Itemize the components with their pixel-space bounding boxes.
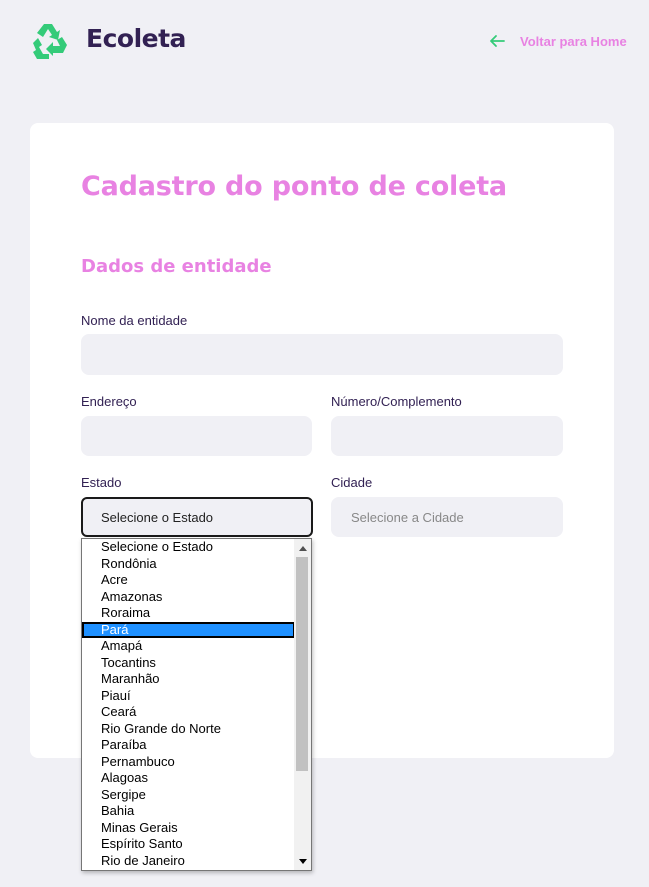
state-option[interactable]: Rio de Janeiro [82, 853, 295, 870]
state-option[interactable]: Bahia [82, 803, 295, 820]
state-option[interactable]: Amazonas [82, 589, 295, 606]
state-select-value: Selecione o Estado [101, 509, 214, 525]
address-input[interactable] [81, 416, 312, 456]
dropdown-scrollbar[interactable] [294, 539, 311, 870]
recycle-icon [33, 24, 67, 59]
number-label: Número/Complemento [331, 394, 462, 409]
entity-name-input[interactable] [81, 334, 563, 375]
state-option[interactable]: Selecione o Estado [82, 539, 295, 556]
entity-name-label: Nome da entidade [81, 313, 188, 328]
scrollbar-thumb[interactable] [296, 557, 308, 771]
page-title: Cadastro do ponto de coleta [81, 171, 507, 202]
state-dropdown-list: Selecione o Estado Rondônia Acre Amazonas Ro… [81, 538, 312, 871]
state-select[interactable]: Selecione o Estado [81, 497, 313, 537]
brand-name: Ecoleta [86, 24, 186, 53]
state-option[interactable]: Pará [82, 621, 295, 638]
state-option[interactable]: Maranhão [82, 671, 295, 688]
header: Ecoleta Voltar para Home [0, 0, 649, 85]
city-select-value: Selecione a Cidade [351, 509, 464, 525]
state-option[interactable]: Roraima [82, 605, 295, 622]
state-option[interactable]: Ceará [82, 704, 295, 721]
number-input[interactable] [331, 416, 563, 456]
state-option[interactable]: Espírito Santo [82, 836, 295, 853]
scroll-down-button[interactable] [294, 853, 311, 870]
scroll-up-button[interactable] [294, 539, 311, 556]
caret-down-icon [298, 858, 307, 864]
back-to-home-link[interactable]: Voltar para Home [488, 31, 627, 51]
arrow-left-icon [490, 35, 505, 47]
state-option[interactable]: Sergipe [82, 787, 295, 804]
state-label: Estado [81, 475, 122, 490]
state-option[interactable]: Paraíba [82, 737, 295, 754]
section-title: Dados de entidade [81, 256, 272, 277]
state-option[interactable]: Amapá [82, 638, 295, 655]
state-option[interactable]: Rondônia [82, 556, 295, 573]
state-options: Selecione o Estado Rondônia Acre Amazonas Ro… [82, 539, 295, 869]
state-option[interactable]: Acre [82, 572, 295, 589]
state-option[interactable]: Pernambuco [82, 754, 295, 771]
back-link-label: Voltar para Home [520, 33, 627, 49]
state-option[interactable]: Rio Grande do Norte [82, 721, 295, 738]
city-select[interactable]: Selecione a Cidade [331, 497, 563, 537]
state-option[interactable]: Alagoas [82, 770, 295, 787]
state-option[interactable]: Piauí [82, 688, 295, 705]
address-label: Endereço [81, 394, 137, 409]
state-option[interactable]: Minas Gerais [82, 820, 295, 837]
caret-up-icon [298, 545, 307, 551]
city-label: Cidade [331, 475, 373, 490]
state-option[interactable]: Tocantins [82, 655, 295, 672]
